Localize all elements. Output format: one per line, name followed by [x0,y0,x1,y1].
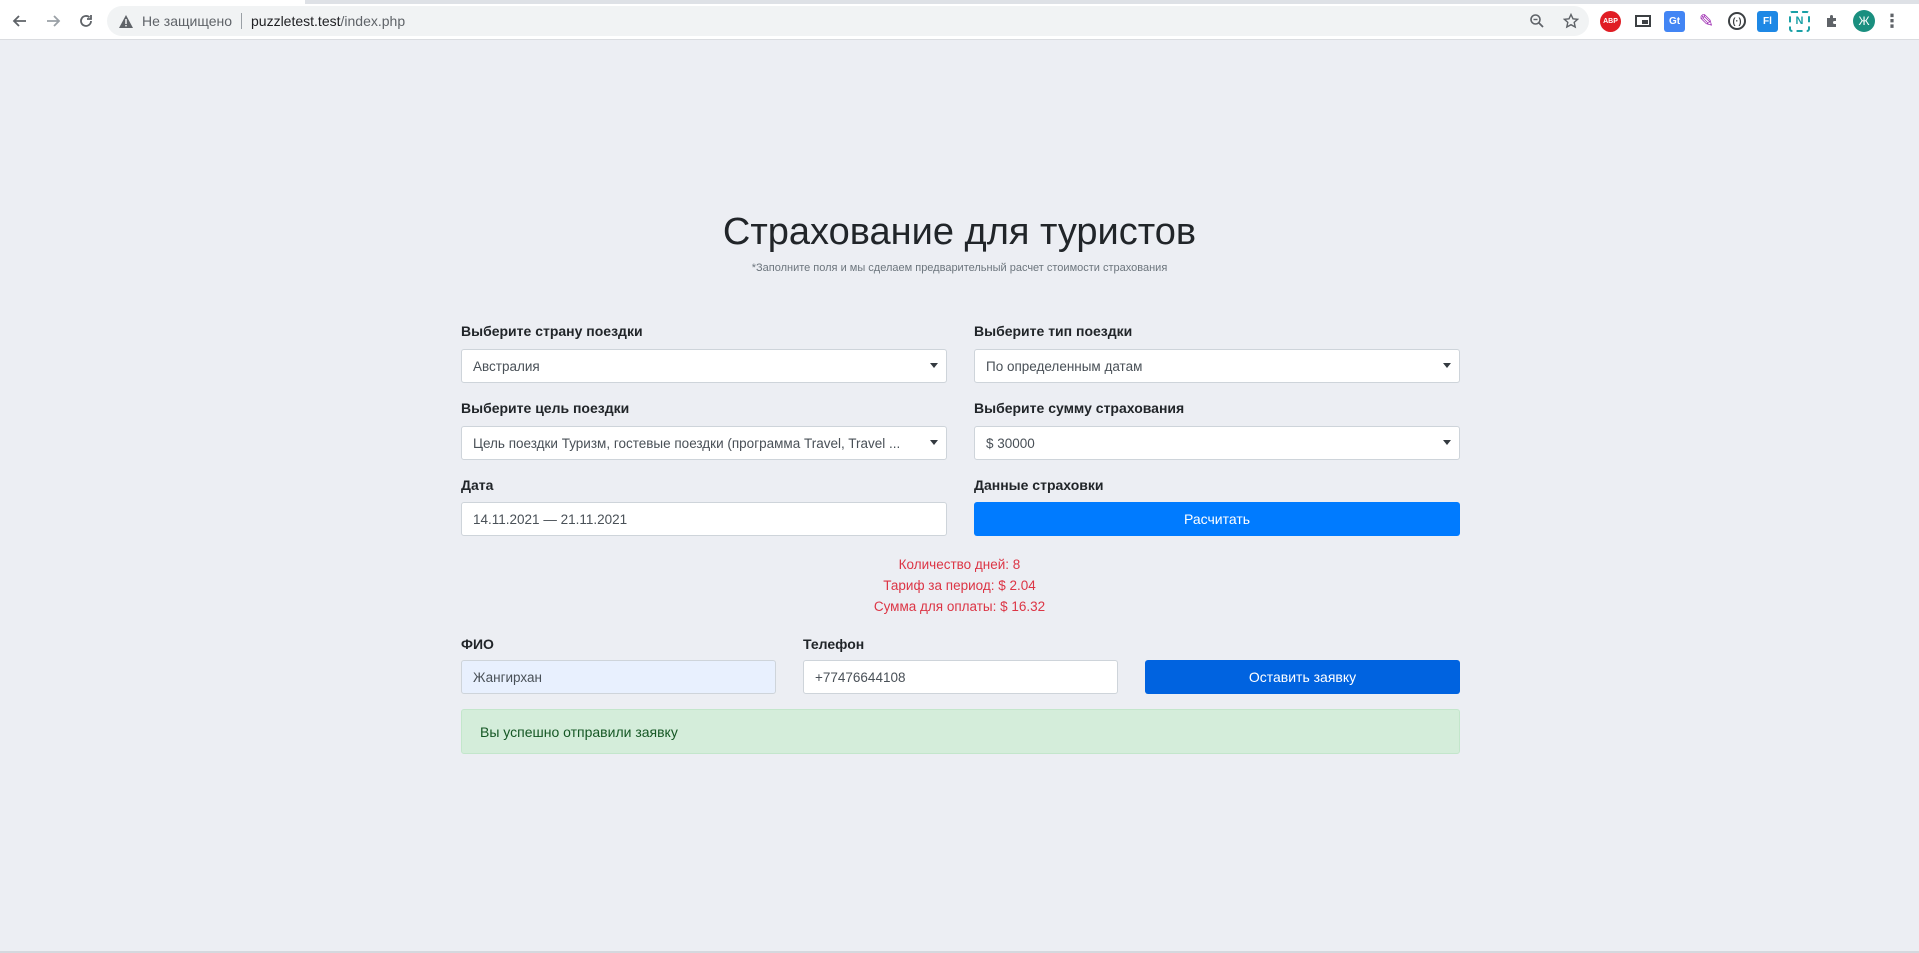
trip-type-label: Выберите тип поездки [974,323,1133,339]
page-subtitle: *Заполните поля и мы сделаем предварител… [751,262,1168,274]
date-label: Дата [461,477,494,493]
tab-strip [0,0,1919,4]
pen-extension-icon[interactable]: ✎ [1696,11,1717,32]
result-total: Сумма для оплаты: $ 16.32 [873,599,1046,614]
extensions-puzzle-icon[interactable] [1821,11,1842,32]
url-host: puzzletest.test [251,13,341,29]
url-text[interactable]: puzzletest.test/index.php [251,13,405,29]
submit-request-button[interactable]: Оставить заявку [1145,660,1460,694]
address-bar[interactable]: Не защищено puzzletest.test/index.php [107,6,1589,36]
zoom-icon[interactable] [1527,11,1547,31]
chevron-down-icon [1443,363,1451,368]
purpose-select[interactable]: Цель поездки Туризм, гостевые поездки (п… [461,426,947,460]
success-alert-text: Вы успешно отправили заявку [480,723,678,740]
back-icon[interactable] [8,9,32,33]
trip-type-select[interactable]: По определенным датам [974,349,1460,383]
date-input[interactable]: 14.11.2021 — 21.11.2021 [461,502,947,536]
result-tariff: Тариф за период: $ 2.04 [883,578,1036,593]
bookmark-star-icon[interactable] [1561,11,1581,31]
name-value: Жангирхан [473,669,542,685]
page-title: Страхование для туристов [722,211,1197,253]
url-path: /index.php [340,13,406,29]
phone-label: Телефон [803,636,865,652]
picture-in-picture-extension-icon[interactable] [1632,11,1653,32]
reload-icon[interactable] [74,9,98,33]
browser-menu-icon[interactable]: ⋮ [1883,11,1901,32]
sum-value: $ 30000 [986,435,1035,451]
extensions-bar: ABP Gt ✎ (·) Fl N Ж ⋮ [1600,10,1901,32]
name-label: ФИО [461,636,494,652]
insecure-label[interactable]: Не защищено [142,13,232,29]
country-label: Выберите страну поездки [461,323,643,339]
adblock-extension-icon[interactable]: ABP [1600,10,1621,32]
google-translate-extension-icon[interactable]: Gt [1664,10,1685,32]
code-extension-icon[interactable]: (·) [1728,12,1746,30]
browser-toolbar: Не защищено puzzletest.test/index.php AB… [0,0,1919,40]
forward-icon[interactable] [41,9,65,33]
sum-select[interactable]: $ 30000 [974,426,1460,460]
insurance-label: Данные страховки [974,477,1104,493]
country-select[interactable]: Австралия [461,349,947,383]
url-separator [241,13,242,29]
phone-value: +77476644108 [815,669,906,685]
warning-icon[interactable] [118,13,134,29]
n-extension-icon[interactable]: N [1789,10,1810,32]
calculate-button[interactable]: Расчитать [974,502,1460,536]
fl-extension-icon[interactable]: Fl [1757,10,1778,32]
name-input[interactable]: Жангирхан [461,660,776,694]
phone-input[interactable]: +77476644108 [803,660,1118,694]
purpose-label: Выберите цель поездки [461,400,630,416]
chevron-down-icon [930,440,938,445]
sum-label: Выберите сумму страхования [974,400,1185,416]
profile-avatar[interactable]: Ж [1853,10,1875,32]
country-value: Австралия [473,358,540,374]
success-alert: Вы успешно отправили заявку [461,709,1460,754]
trip-type-value: По определенным датам [986,358,1143,374]
chevron-down-icon [1443,440,1451,445]
purpose-value: Цель поездки Туризм, гостевые поездки (п… [473,435,901,451]
date-value: 14.11.2021 — 21.11.2021 [473,511,628,527]
result-days: Количество дней: 8 [898,557,1021,572]
chevron-down-icon [930,363,938,368]
